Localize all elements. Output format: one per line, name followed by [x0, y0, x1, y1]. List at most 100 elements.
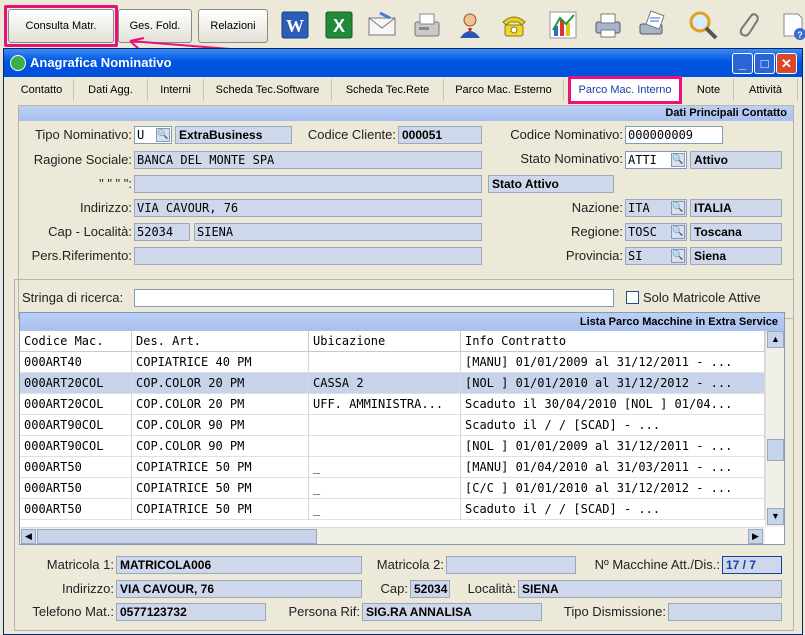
tab-parco-mac-interno[interactable]: Parco Mac. Interno [568, 76, 682, 104]
regione-desc-field: Toscana [690, 223, 782, 241]
minimize-button[interactable]: _ [732, 53, 753, 74]
matricola2-field [446, 556, 576, 574]
lookup-icon[interactable]: 🔍 [156, 128, 170, 142]
row-codice-mac: 000ART50 [20, 499, 132, 520]
column-des-art[interactable]: Des. Art. [132, 331, 309, 352]
row-des-art: COP.COLOR 20 PM [132, 373, 309, 394]
ditto-label: " " " ": [99, 176, 132, 191]
pers-riferimento-field[interactable] [134, 247, 482, 265]
vertical-scrollbar[interactable]: ▲ ▼ [765, 331, 784, 527]
scroll-up-arrow-icon[interactable]: ▲ [767, 331, 784, 348]
tipo-dismissione-field [668, 603, 782, 621]
row-ubicazione: UFF. AMMINISTRA... [309, 394, 461, 415]
localita-field[interactable]: SIENA [194, 223, 482, 241]
table-row[interactable]: 000ART40 COPIATRICE 40 PM [MANU] 01/01/200… [20, 352, 765, 373]
row-info-contratto: [MANU] 01/04/2010 al 31/03/2011 - ... [461, 457, 765, 478]
row-des-art: COPIATRICE 50 PM [132, 499, 309, 520]
cap-localita-label: Cap - Località: [48, 224, 132, 239]
tab-note[interactable]: Note [684, 79, 734, 101]
tab-scheda-tec-software[interactable]: Scheda Tec.Software [204, 79, 332, 101]
row-des-art: COP.COLOR 90 PM [132, 436, 309, 457]
provincia-code-field[interactable]: SI 🔍 [625, 247, 687, 265]
scroll-right-arrow-icon[interactable]: ▶ [748, 529, 763, 544]
table-row[interactable]: 000ART90COL COP.COLOR 90 PM Scaduto il / /… [20, 415, 765, 436]
tab-attivita[interactable]: Attività [734, 79, 798, 101]
tab-interni[interactable]: Interni [148, 79, 204, 101]
anagrafica-window: Anagrafica Nominativo _ □ ✕ Contatto Dat… [3, 48, 803, 635]
row-ubicazione [309, 436, 461, 457]
tab-bar: Contatto Dati Agg. Interni Scheda Tec.So… [10, 76, 800, 104]
matricola1-label: Matricola 1: [46, 557, 114, 572]
column-codice-mac[interactable]: Codice Mac. [20, 331, 132, 352]
row-des-art: COPIATRICE 50 PM [132, 478, 309, 499]
table-row[interactable]: 000ART50 COPIATRICE 50 PM _ Scaduto il / / … [20, 499, 765, 520]
tipo-nominativo-code-field[interactable]: U 🔍 [134, 126, 172, 144]
row-ubicazione: _ [309, 457, 461, 478]
help-icon[interactable]: ? [776, 8, 805, 42]
row-info-contratto: Scaduto il 30/04/2010 [NOL ] 01/04... [461, 394, 765, 415]
row-codice-mac: 000ART50 [20, 457, 132, 478]
regione-code-field[interactable]: TOSC 🔍 [625, 223, 687, 241]
lookup-icon[interactable]: 🔍 [671, 153, 685, 167]
nmacchine-label: Nº Macchine Att./Dis.: [594, 557, 720, 572]
stato-nominativo-label: Stato Nominativo: [520, 151, 623, 166]
column-info-contratto[interactable]: Info Contratto [461, 331, 765, 352]
close-button[interactable]: ✕ [776, 53, 797, 74]
scroll-left-arrow-icon[interactable]: ◀ [21, 529, 36, 544]
attachment-icon[interactable] [731, 8, 765, 42]
stato-nominativo-code-field[interactable]: ATTI 🔍 [625, 151, 687, 169]
row-info-contratto: [C/C ] 01/01/2010 al 31/12/2012 - ... [461, 478, 765, 499]
row-codice-mac: 000ART90COL [20, 436, 132, 457]
regione-code: TOSC [628, 225, 657, 239]
row-ubicazione: CASSA 2 [309, 373, 461, 394]
nmacchine-field: 17 / 7 [722, 556, 782, 574]
solo-matricole-checkbox[interactable] [626, 291, 639, 304]
tab-scheda-tec-rete[interactable]: Scheda Tec.Rete [332, 79, 444, 101]
maximize-button[interactable]: □ [754, 53, 775, 74]
tab-parco-mac-esterno[interactable]: Parco Mac. Esterno [444, 79, 564, 101]
codice-nominativo-field[interactable]: 000000009 [625, 126, 723, 144]
lookup-icon[interactable]: 🔍 [671, 225, 685, 239]
table-row[interactable]: 000ART90COL COP.COLOR 90 PM [NOL ] 01/01/2… [20, 436, 765, 457]
lookup-icon[interactable]: 🔍 [671, 201, 685, 215]
search-icon[interactable] [686, 8, 720, 42]
row-codice-mac: 000ART90COL [20, 415, 132, 436]
tipo-nominativo-code: U [137, 128, 145, 142]
indirizzo-field[interactable]: VIA CAVOUR, 76 [134, 199, 482, 217]
solo-matricole-label: Solo Matricole Attive [643, 290, 761, 305]
ditto-field[interactable] [134, 175, 482, 193]
printer-icon[interactable] [591, 8, 625, 42]
cap-field[interactable]: 52034 [134, 223, 190, 241]
nazione-code-field[interactable]: ITA 🔍 [625, 199, 687, 217]
tipo-nominativo-label: Tipo Nominativo: [34, 127, 132, 142]
row-ubicazione [309, 352, 461, 373]
horizontal-scrollbar[interactable]: ◀ ▶ [20, 527, 765, 544]
row-des-art: COP.COLOR 90 PM [132, 415, 309, 436]
column-ubicazione[interactable]: Ubicazione [309, 331, 461, 352]
table-row[interactable]: 000ART50 COPIATRICE 50 PM _ [C/C ] 01/01/20… [20, 478, 765, 499]
window-titlebar[interactable]: Anagrafica Nominativo _ □ ✕ [4, 49, 802, 77]
scrollbar-thumb[interactable] [767, 439, 784, 461]
lookup-icon[interactable]: 🔍 [671, 249, 685, 263]
ragione-sociale-field[interactable]: BANCA DEL MONTE SPA [134, 151, 482, 169]
print-preview-icon[interactable] [635, 8, 669, 42]
detail-indirizzo-field: VIA CAVOUR, 76 [116, 580, 362, 598]
tab-contatto[interactable]: Contatto [10, 79, 74, 101]
row-info-contratto: [NOL ] 01/01/2009 al 31/12/2011 - ... [461, 436, 765, 457]
svg-text:W: W [286, 16, 304, 36]
highlight-consulta-matr [4, 5, 118, 47]
persona-rif-field: SIG.RA ANNALISA [362, 603, 542, 621]
search-input[interactable] [134, 289, 614, 307]
h-scrollbar-thumb[interactable] [37, 529, 317, 544]
machines-grid: Lista Parco Macchine in Extra Service Co… [19, 312, 785, 545]
tab-dati-agg[interactable]: Dati Agg. [74, 79, 148, 101]
row-ubicazione: _ [309, 499, 461, 520]
detail-indirizzo-label: Indirizzo: [61, 581, 114, 596]
row-info-contratto: Scaduto il / / [SCAD] - ... [461, 499, 765, 520]
table-row[interactable]: 000ART50 COPIATRICE 50 PM _ [MANU] 01/04/20… [20, 457, 765, 478]
row-des-art: COPIATRICE 40 PM [132, 352, 309, 373]
table-row[interactable]: 000ART20COL COP.COLOR 20 PM UFF. AMMINISTR… [20, 394, 765, 415]
scroll-down-arrow-icon[interactable]: ▼ [767, 508, 784, 525]
codice-cliente-field: 000051 [398, 126, 482, 144]
table-row[interactable]: 000ART20COL COP.COLOR 20 PM CASSA 2 [NOL ] … [20, 373, 765, 394]
